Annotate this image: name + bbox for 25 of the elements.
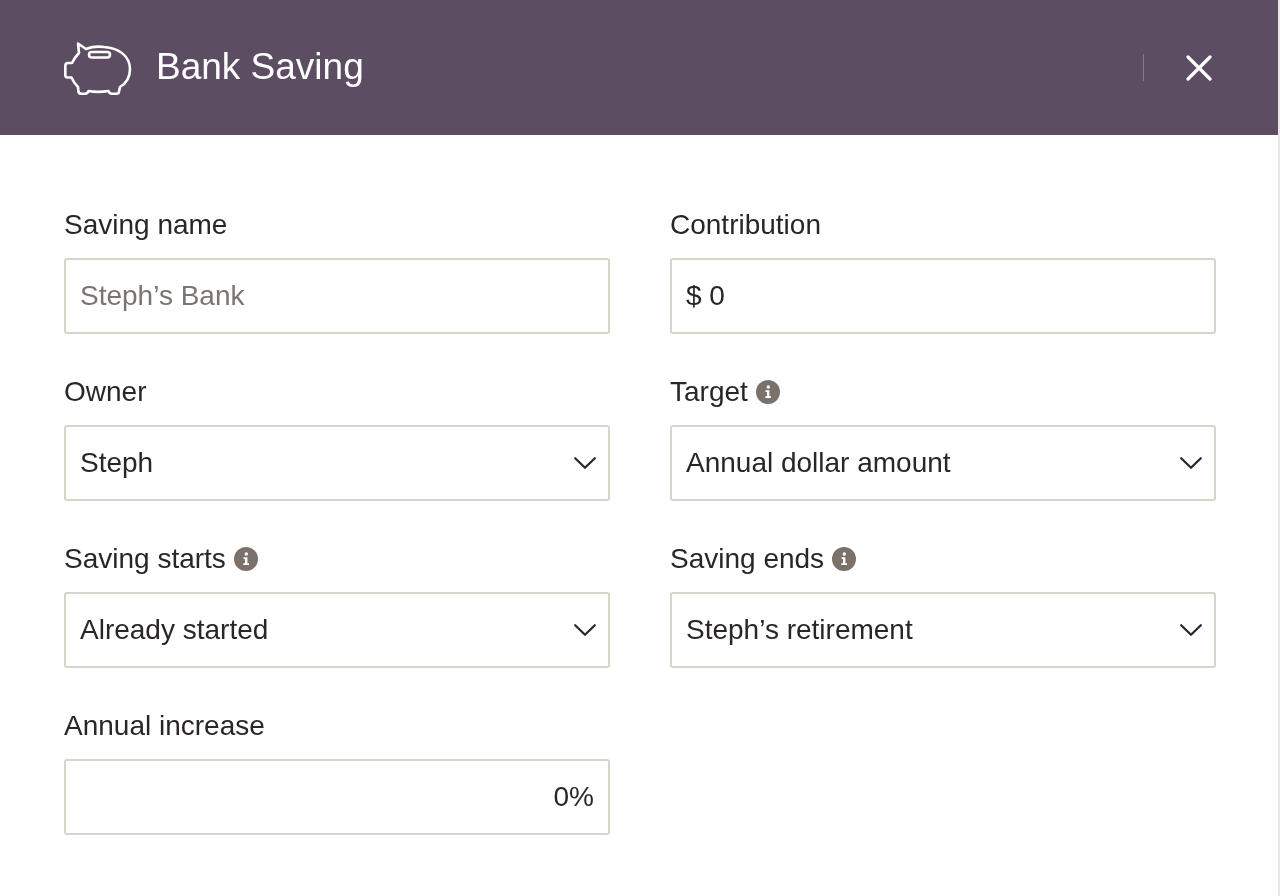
- field-label: Saving ends: [670, 542, 825, 576]
- dropdown[interactable]: Already started: [64, 592, 610, 668]
- dialog-title: Bank Saving: [156, 45, 364, 90]
- info-icon[interactable]: [233, 547, 258, 571]
- field-label: Saving starts: [64, 542, 226, 576]
- field-label: Saving name: [64, 208, 228, 242]
- dropdown[interactable]: Steph’s retirement: [670, 592, 1216, 668]
- close-icon: [1186, 54, 1212, 81]
- chevron-down-icon: [574, 457, 596, 469]
- text-input[interactable]: $ 0: [670, 258, 1216, 334]
- field-label: Owner: [64, 375, 147, 409]
- field-label: Contribution: [670, 208, 821, 242]
- close-button[interactable]: [1186, 54, 1212, 81]
- piggy-bank-icon: [64, 40, 132, 95]
- field-label: Annual increase: [64, 709, 265, 743]
- text-input[interactable]: 0%: [64, 759, 610, 835]
- text-input[interactable]: Steph’s Bank: [64, 258, 610, 334]
- chevron-down-icon: [574, 624, 596, 636]
- dropdown[interactable]: Annual dollar amount: [670, 425, 1216, 501]
- info-icon[interactable]: [755, 380, 780, 404]
- chevron-down-icon: [1180, 457, 1202, 469]
- info-icon[interactable]: [832, 547, 857, 571]
- field-label: Target: [670, 375, 748, 409]
- chevron-down-icon: [1180, 624, 1202, 636]
- dropdown[interactable]: Steph: [64, 425, 610, 501]
